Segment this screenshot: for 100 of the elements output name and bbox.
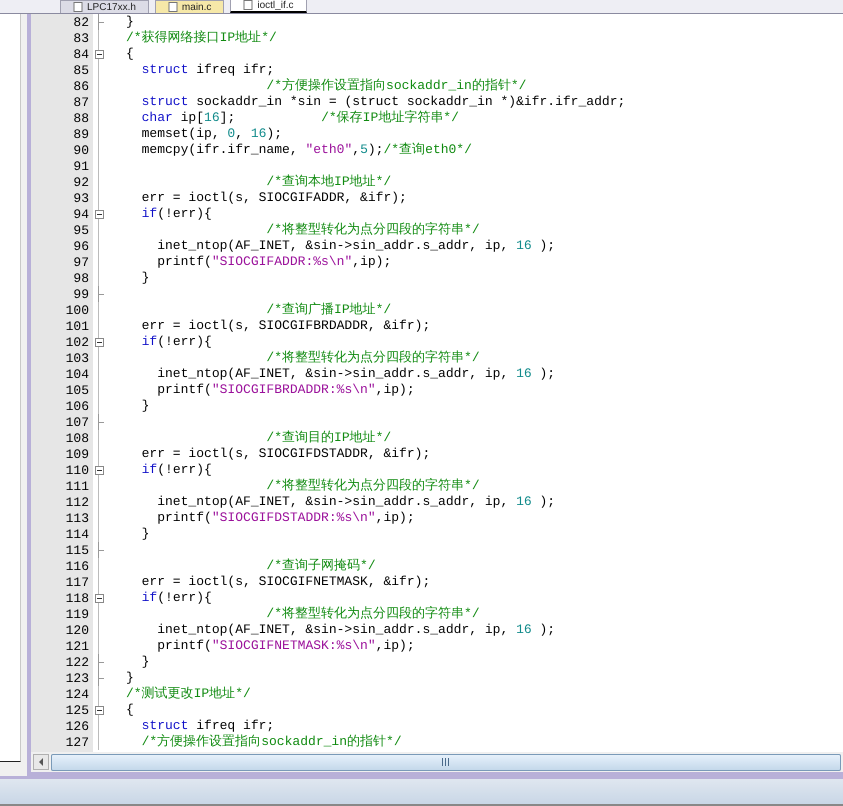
line-number: 104 (64, 366, 90, 382)
fold-toggle-icon[interactable] (94, 338, 104, 346)
fold-toggle-icon[interactable] (94, 50, 104, 58)
code-line: /*将整型转化为点分四段的字符串*/ (265, 222, 480, 238)
line-number: 89 (72, 126, 90, 142)
code-line: struct ifreq ifr; (140, 62, 274, 78)
line-number: 84 (72, 46, 90, 62)
line-number: 105 (64, 382, 90, 398)
code-line: } (126, 14, 134, 30)
code-line: if(!err){ (140, 206, 212, 222)
code-line: printf("SIOCGIFADDR:%s\n",ip); (156, 254, 392, 270)
line-number: 112 (64, 494, 90, 510)
code-line: memset(ip, 0, 16); (140, 126, 282, 142)
fold-end-icon (98, 414, 104, 430)
fold-end-icon (98, 14, 104, 30)
line-number: 82 (72, 14, 90, 30)
fold-toggle-icon[interactable] (94, 706, 104, 714)
code-line: err = ioctl(s, SIOCGIFADDR, &ifr); (140, 190, 407, 206)
line-number: 120 (64, 622, 90, 638)
code-line: printf("SIOCGIFBRDADDR:%s\n",ip); (156, 382, 415, 398)
line-number: 88 (72, 110, 90, 126)
line-number: 103 (64, 350, 90, 366)
code-line: /*将整型转化为点分四段的字符串*/ (265, 350, 480, 366)
code-line: err = ioctl(s, SIOCGIFNETMASK, &ifr); (140, 574, 430, 590)
line-number: 100 (64, 302, 90, 318)
scrollbar-thumb[interactable] (51, 754, 841, 770)
code-line: inet_ntop(AF_INET, &sin->sin_addr.s_addr, ip, 16 ); (156, 366, 556, 382)
line-number: 113 (64, 510, 90, 526)
code-line: if(!err){ (140, 462, 212, 478)
code-line: printf("SIOCGIFNETMASK:%s\n",ip); (156, 638, 415, 654)
code-line: struct sockaddr_in *sin = (struct sockaddr_in *)&ifr.ifr_addr; (140, 94, 626, 110)
code-line: inet_ntop(AF_INET, &sin->sin_addr.s_addr, ip, 16 ); (156, 494, 556, 510)
code-line: memcpy(ifr.ifr_name, "eth0",5);/*查询eth0*/ (140, 142, 472, 158)
grip-icon (441, 758, 451, 766)
line-number: 125 (64, 702, 90, 718)
code-line: /*查询目的IP地址*/ (265, 430, 392, 446)
document-icon (243, 0, 254, 10)
fold-end-icon (98, 286, 104, 302)
code-line: } (140, 526, 150, 542)
code-line: } (126, 670, 134, 686)
line-number: 110 (64, 462, 90, 478)
line-number: 114 (64, 526, 90, 542)
code-line: inet_ntop(AF_INET, &sin->sin_addr.s_addr, ip, 16 ); (156, 238, 556, 254)
left-arrow-icon (38, 758, 44, 766)
code-line: /*将整型转化为点分四段的字符串*/ (265, 478, 480, 494)
line-number: 98 (72, 270, 90, 286)
code-line: /*查询本地IP地址*/ (265, 174, 392, 190)
line-number: 99 (72, 286, 90, 302)
document-icon (73, 2, 83, 12)
line-number: 111 (64, 478, 90, 494)
code-line: err = ioctl(s, SIOCGIFDSTADDR, &ifr); (140, 446, 430, 462)
line-number: 97 (72, 254, 90, 270)
line-number: 102 (64, 334, 90, 350)
fold-toggle-icon[interactable] (94, 466, 104, 474)
line-number: 126 (64, 718, 90, 734)
line-number: 83 (72, 30, 90, 46)
line-number: 123 (64, 670, 90, 686)
line-number: 91 (72, 158, 90, 174)
line-number: 93 (72, 190, 90, 206)
line-number: 124 (64, 686, 90, 702)
code-line: { (126, 702, 134, 718)
line-number: 121 (64, 638, 90, 654)
line-number: 127 (64, 734, 90, 750)
code-line: /*将整型转化为点分四段的字符串*/ (265, 606, 480, 622)
line-number: 116 (64, 558, 90, 574)
line-number: 85 (72, 62, 90, 78)
code-line: /*方便操作设置指向sockaddr_in的指针*/ (265, 78, 526, 94)
line-number: 115 (64, 542, 90, 558)
line-number: 106 (64, 398, 90, 414)
line-number: 101 (64, 318, 90, 334)
line-number: 86 (72, 78, 90, 94)
code-line: } (140, 398, 150, 414)
fold-end-icon (98, 542, 104, 558)
code-line: /*方便操作设置指向sockaddr_in的指针*/ (140, 734, 402, 750)
code-line: { (126, 46, 134, 62)
code-line: char ip[16]; /*保存IP地址字符串*/ (140, 110, 459, 126)
file-tab[interactable]: LPC17xx.h (60, 0, 149, 13)
code-line: /*查询子网掩码*/ (265, 558, 376, 574)
scroll-left-button[interactable] (33, 754, 49, 770)
line-number: 117 (64, 574, 90, 590)
code-line: inet_ntop(AF_INET, &sin->sin_addr.s_addr, ip, 16 ); (156, 622, 556, 638)
document-icon (168, 2, 178, 12)
fold-toggle-icon[interactable] (94, 210, 104, 218)
code-line: struct ifreq ifr; (140, 718, 274, 734)
line-number: 107 (64, 414, 90, 430)
line-number: 90 (72, 142, 90, 158)
line-number: 92 (72, 174, 90, 190)
file-tab[interactable]: ioctl_if.c (230, 0, 306, 13)
code-line: /*测试更改IP地址*/ (126, 686, 251, 702)
line-number: 108 (64, 430, 90, 446)
file-tab[interactable]: main.c (154, 0, 224, 13)
line-number: 109 (64, 446, 90, 462)
line-number: 118 (64, 590, 90, 606)
code-line: if(!err){ (140, 590, 212, 606)
line-number: 122 (64, 654, 90, 670)
line-number: 94 (72, 206, 90, 222)
fold-toggle-icon[interactable] (94, 594, 104, 602)
code-line: } (140, 654, 150, 670)
code-line: /*查询广播IP地址*/ (265, 302, 392, 318)
code-line: } (140, 270, 150, 286)
